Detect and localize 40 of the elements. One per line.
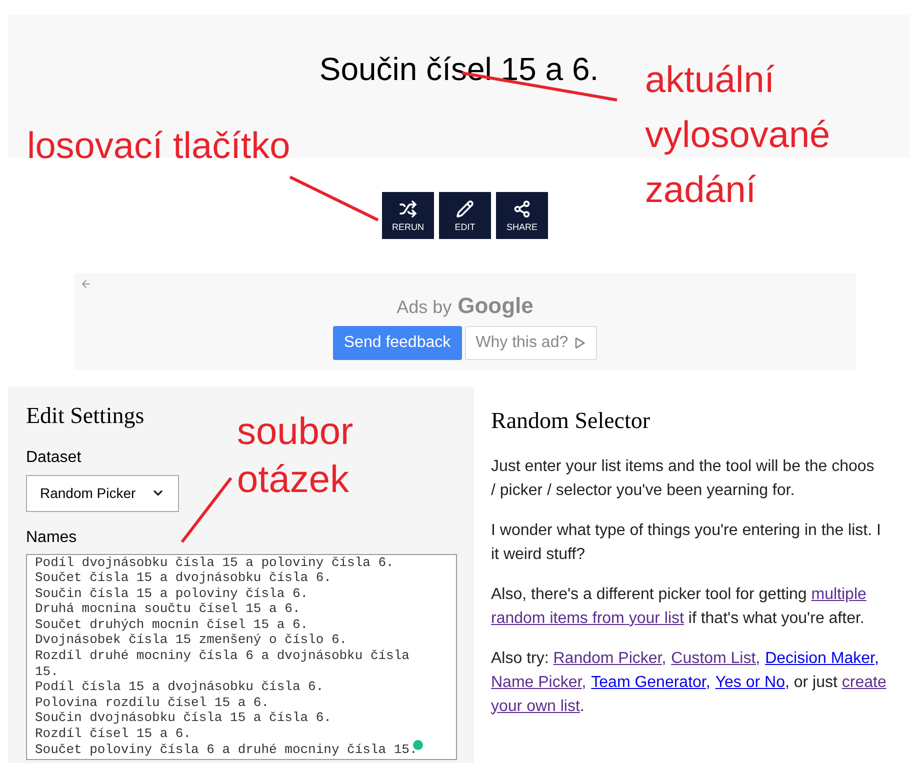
play-icon (574, 337, 586, 349)
ad-label: Ads by (396, 296, 452, 319)
link[interactable]: multiple (811, 586, 866, 602)
text: . (580, 696, 584, 716)
link[interactable]: Name Picker, (491, 674, 586, 690)
link[interactable]: random items from your list (491, 610, 684, 626)
link[interactable]: your own list (491, 698, 580, 714)
text: / picker / selector you've been yearning for. (491, 480, 795, 500)
link[interactable]: Yes or No (715, 674, 785, 690)
rerun-button[interactable]: RERUN (382, 192, 434, 239)
link[interactable]: create (842, 674, 886, 690)
about-title: Random Selector (491, 407, 652, 435)
dataset-select[interactable]: Random Picker (26, 474, 179, 512)
share-button[interactable]: SHARE (496, 192, 548, 239)
text: if that's what you're after. (687, 608, 864, 628)
ad-brand: Google (458, 292, 534, 320)
share-icon (513, 200, 531, 218)
text: I wonder what type of things you're entering in the list. I (491, 520, 881, 540)
annotation-text: losovací tlačítko (27, 124, 290, 168)
why-this-ad-button[interactable]: Why this ad? (464, 326, 598, 360)
link[interactable]: Random Picker, (553, 650, 666, 666)
edit-button[interactable]: EDIT (439, 192, 491, 239)
names-label: Names (26, 528, 77, 548)
shuffle-icon (399, 200, 417, 218)
text: , or just (784, 672, 838, 692)
link[interactable]: Team Generator, (591, 674, 710, 690)
annotation-text: aktuální vylosované zadání (645, 58, 830, 212)
pencil-icon (456, 200, 474, 218)
dataset-label: Dataset (26, 448, 82, 468)
back-arrow-icon[interactable] (80, 278, 92, 290)
text: it weird stuff? (491, 544, 585, 564)
text: Just enter your list items and the tool will be the choos (491, 456, 874, 476)
text: Also try: (491, 648, 550, 668)
names-field[interactable]: Podíl dvojnásobku čísla 15 a poloviny čísla 6. Součet čísla 15 a dvojnásobku čísla 6. Součin čísla 15 a poloviny čísla 6. Druhá mocnina součtu čísel 15 a 6. Součet druhých mocnin čísel 15 a 6. Dvojnásobek čísla 15 zmenšený o číslo 6. Rozdíl druhé mocniny čísla 6 a dvojnásobku čísla 15. Podíl čísla 15 a dvojnásobku čísla 6. Polovina rozdílu čísel 15 a 6. Součin dvojnásobku čísla 15 a čísla 6. Rozdíl čísel 15 a 6. Součet poloviny čísla 6 a druhé mocniny čísla 15. (26, 554, 457, 760)
link[interactable]: Decision Maker, (765, 650, 879, 666)
send-feedback-button[interactable]: Send feedback (332, 326, 462, 360)
text: Also, there's a different picker tool for getting (491, 584, 808, 604)
settings-title: Edit Settings (26, 402, 144, 430)
link[interactable]: Custom List, (671, 650, 760, 666)
annotation-text: soubor otázek (237, 410, 354, 503)
